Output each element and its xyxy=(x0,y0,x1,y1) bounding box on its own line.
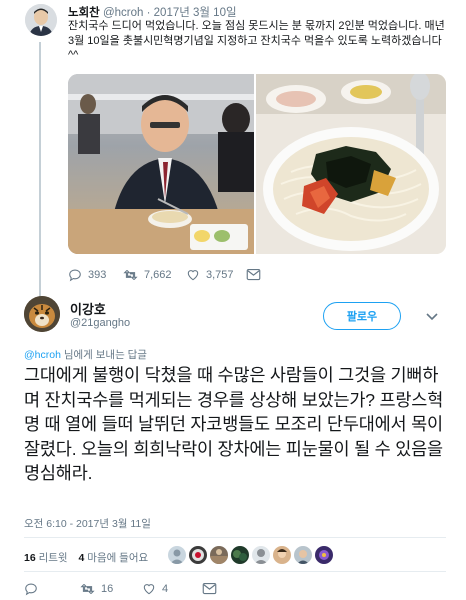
thread-line xyxy=(39,42,41,300)
dm-action[interactable] xyxy=(202,582,217,595)
reply-action[interactable] xyxy=(24,582,38,596)
tweet-text: 잔치국수 드디어 먹었습니다. 오늘 점심 못드시는 분 몫까지 2인분 먹었습… xyxy=(68,20,445,61)
mail-icon xyxy=(246,268,261,281)
liker-avatar[interactable] xyxy=(315,546,333,564)
reply-to-handle[interactable]: @hcroh xyxy=(24,349,61,361)
dm-action[interactable] xyxy=(246,268,261,281)
avatar[interactable] xyxy=(25,4,57,36)
tweet-text: 그대에게 불행이 닥쳤을 때 수많은 사람들이 그것을 기뻐하며 잔치국수를 먹… xyxy=(24,365,444,483)
liker-avatar[interactable] xyxy=(252,546,270,564)
reply-to-suffix: 님에게 보내는 답글 xyxy=(60,349,147,361)
tweet-stats: 16 리트윗 4 마음에 들어요 xyxy=(24,550,156,565)
retweet-action[interactable]: 16 xyxy=(80,582,113,596)
retweets-stat-count: 16 xyxy=(24,552,36,564)
chevron-down-icon[interactable] xyxy=(424,308,440,324)
retweets-stat-label: 리트윗 xyxy=(38,552,68,564)
tweet-timestamp[interactable]: 오전 6:10 - 2017년 3월 11일 xyxy=(24,516,151,531)
photo-man-eating-noodles[interactable] xyxy=(68,74,254,254)
like-count: 4 xyxy=(162,583,169,595)
liker-avatars xyxy=(168,546,333,564)
replying-to: @hcroh 님에게 보내는 답글 xyxy=(24,347,147,362)
divider xyxy=(24,571,446,572)
reply-count: 393 xyxy=(88,269,107,281)
retweet-action[interactable]: 7,662 xyxy=(123,268,172,282)
reply-icon xyxy=(25,583,37,596)
likes-stat-label: 마음에 들어요 xyxy=(87,552,149,564)
liker-avatar[interactable] xyxy=(273,546,291,564)
liker-avatar[interactable] xyxy=(210,546,228,564)
liker-avatar[interactable] xyxy=(231,546,249,564)
mail-icon xyxy=(202,582,217,595)
like-action[interactable]: 4 xyxy=(142,582,168,596)
heart-icon xyxy=(143,584,155,595)
liker-avatar[interactable] xyxy=(168,546,186,564)
retweet-icon xyxy=(80,583,95,595)
liker-avatar[interactable] xyxy=(294,546,312,564)
retweet-count: 16 xyxy=(101,583,114,595)
photo-noodle-bowl[interactable] xyxy=(256,74,446,254)
likes-stat[interactable]: 4 마음에 들어요 xyxy=(79,552,149,564)
follow-button[interactable]: 팔로우 xyxy=(323,302,401,330)
author-handle[interactable]: @hcroh xyxy=(103,7,143,19)
retweets-stat[interactable]: 16 리트윗 xyxy=(24,552,68,564)
retweet-count: 7,662 xyxy=(144,269,172,281)
liker-avatar[interactable] xyxy=(189,546,207,564)
avatar[interactable] xyxy=(24,296,60,332)
tweet-media xyxy=(68,74,446,254)
author-name[interactable]: 이강호 xyxy=(70,299,106,318)
tweet-header: 노회찬 @hcroh · 2017년 3월 10일 xyxy=(68,4,237,20)
divider xyxy=(24,537,446,538)
likes-stat-count: 4 xyxy=(78,552,85,564)
author-name[interactable]: 노회찬 xyxy=(68,7,100,19)
retweet-icon xyxy=(123,269,138,281)
heart-icon xyxy=(187,270,199,281)
separator: · xyxy=(146,7,151,19)
like-action[interactable]: 3,757 xyxy=(186,268,234,282)
tweet-date[interactable]: 2017년 3월 10일 xyxy=(154,7,237,19)
author-handle[interactable]: @21gangho xyxy=(70,317,130,329)
like-count: 3,757 xyxy=(206,269,234,281)
reply-action[interactable]: 393 xyxy=(68,268,106,282)
reply-icon xyxy=(69,269,81,282)
